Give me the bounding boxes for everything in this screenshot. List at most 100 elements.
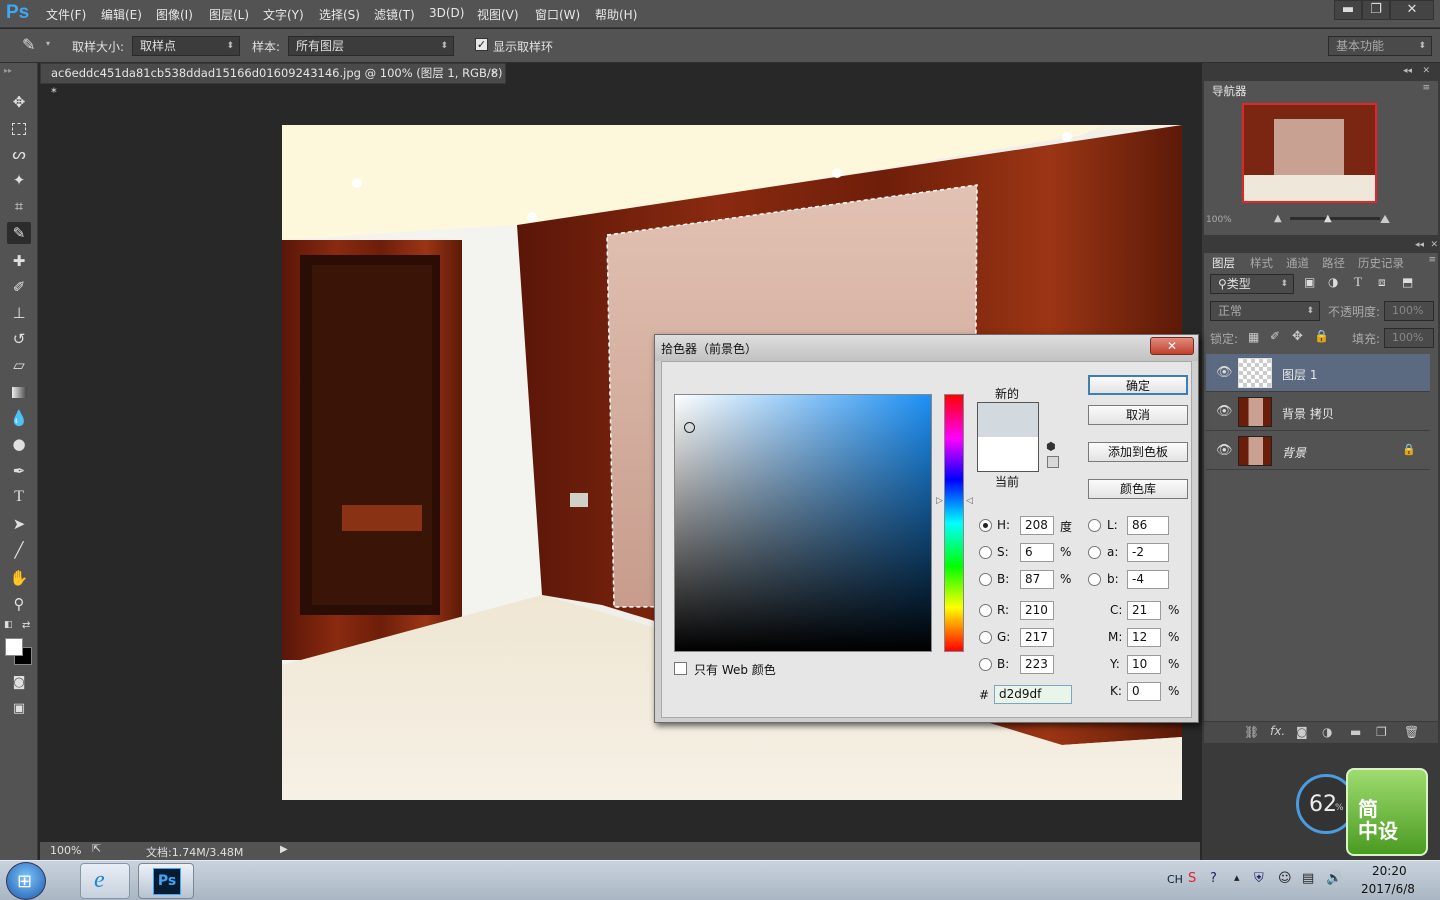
swap-colors-icon[interactable]: ⇄	[22, 620, 30, 631]
minimize-button[interactable]: ▬	[1334, 0, 1362, 20]
restore-button[interactable]: ❐	[1362, 0, 1390, 20]
menu-3d[interactable]: 3D(D)	[429, 6, 464, 20]
brightness-radio[interactable]	[979, 573, 992, 586]
lock-transparent-icon[interactable]: ▦	[1248, 330, 1259, 344]
collapse-icon[interactable]: ◂◂	[1403, 66, 1412, 76]
layer-name[interactable]: 图层 1	[1282, 366, 1317, 383]
saturation-input[interactable]: 6	[1020, 543, 1054, 562]
menu-view[interactable]: 视图(V)	[477, 6, 519, 23]
screen-mode-icon[interactable]: ▣	[7, 698, 31, 720]
export-icon[interactable]: ⇱	[92, 842, 101, 855]
network-icon[interactable]: ▤	[1302, 871, 1314, 886]
healing-brush-tool-icon[interactable]: ✚	[7, 250, 31, 272]
link-layers-icon[interactable]: ⛓	[1244, 725, 1259, 739]
dialog-close-button[interactable]: ✕	[1150, 337, 1194, 355]
shield-icon[interactable]: ⛨	[1254, 871, 1264, 886]
gradient-tool-icon[interactable]	[7, 381, 31, 403]
ime-icon[interactable]: S	[1188, 871, 1196, 886]
color-libraries-button[interactable]: 颜色库	[1088, 479, 1188, 499]
move-tool-icon[interactable]: ✥	[7, 91, 31, 113]
blue-radio[interactable]	[979, 658, 992, 671]
web-safe-swatch-icon[interactable]	[1047, 456, 1059, 468]
document-tab[interactable]: ac6eddc451da81cb538ddad15166d01609243146…	[40, 63, 506, 99]
line-tool-icon[interactable]: ╱	[7, 539, 31, 561]
new-layer-icon[interactable]: ❐	[1376, 725, 1387, 739]
lab-a-input[interactable]: -2	[1127, 543, 1169, 562]
opacity-input[interactable]: 100%	[1384, 301, 1434, 321]
panel-menu-icon[interactable]: ≡	[1428, 255, 1436, 265]
foreground-color-swatch[interactable]	[5, 638, 23, 656]
type-tool-icon[interactable]: T	[7, 486, 31, 508]
navigator-preview[interactable]	[1242, 103, 1377, 203]
filter-type-icon[interactable]: T	[1354, 274, 1362, 290]
close-panel-icon[interactable]: ✕	[1422, 66, 1430, 76]
zoom-tool-icon[interactable]: ⚲	[7, 593, 31, 615]
default-colors-icon[interactable]: ◧	[4, 620, 13, 630]
volume-icon[interactable]: 🔊	[1326, 871, 1342, 886]
new-group-icon[interactable]: ▬	[1350, 725, 1361, 739]
current-color-swatch[interactable]	[978, 437, 1038, 471]
menu-window[interactable]: 窗口(W)	[535, 6, 580, 23]
hue-slider-right-handle[interactable]: ◁	[966, 496, 973, 506]
start-button[interactable]: ⊞	[6, 862, 46, 900]
lock-brush-icon[interactable]: ✐	[1270, 329, 1280, 343]
color-field-cursor[interactable]	[684, 422, 695, 433]
tab-navigator[interactable]: 导航器	[1212, 83, 1247, 99]
ok-button[interactable]: 确定	[1088, 375, 1188, 395]
zoom-in-icon[interactable]: ⛰	[1380, 212, 1390, 227]
path-selection-tool-icon[interactable]: ➤	[7, 513, 31, 535]
fx-icon[interactable]: fx.	[1270, 724, 1285, 738]
quick-mask-icon[interactable]: ◙	[7, 672, 31, 694]
tray-expand-icon[interactable]: ▴	[1234, 871, 1240, 884]
red-input[interactable]: 210	[1020, 601, 1054, 620]
status-menu-arrow-icon[interactable]: ▶	[280, 844, 288, 855]
collapse-icon[interactable]: ▸▸	[4, 66, 12, 75]
layer-row[interactable]: 👁 背景 🔒	[1206, 432, 1430, 470]
qq-icon[interactable]: ☺	[1278, 871, 1292, 886]
fill-input[interactable]: 100%	[1384, 328, 1434, 348]
tab-paths[interactable]: 路径	[1322, 255, 1345, 271]
magenta-input[interactable]: 12	[1127, 628, 1161, 647]
clock-date[interactable]: 2017/6/8	[1361, 882, 1415, 896]
cancel-button[interactable]: 取消	[1088, 405, 1188, 425]
filter-shape-icon[interactable]: ⧈	[1378, 275, 1386, 290]
crop-tool-icon[interactable]: ⌗	[7, 195, 31, 217]
hue-slider[interactable]	[944, 394, 964, 652]
zoom-level[interactable]: 100%	[50, 844, 81, 857]
hue-radio[interactable]	[979, 519, 992, 532]
menu-file[interactable]: 文件(F)	[46, 6, 86, 23]
filter-pixel-icon[interactable]: ▣	[1304, 275, 1315, 289]
tab-layers[interactable]: 图层	[1212, 255, 1235, 271]
tab-styles[interactable]: 样式	[1250, 255, 1273, 271]
layer-name[interactable]: 背景 拷贝	[1282, 405, 1334, 422]
help-icon[interactable]: ?	[1210, 871, 1217, 886]
eyedropper-icon[interactable]: ✎	[22, 35, 35, 54]
stamp-tool-icon[interactable]: ⊥	[7, 302, 31, 324]
taskbar-ie-button[interactable]: e	[80, 863, 130, 899]
cyan-input[interactable]: 21	[1127, 601, 1161, 620]
taskbar-photoshop-button[interactable]: Ps	[138, 863, 194, 899]
lab-l-radio[interactable]	[1088, 519, 1101, 532]
zoom-slider[interactable]	[1290, 217, 1380, 220]
marquee-tool-icon[interactable]	[7, 117, 31, 139]
brush-tool-icon[interactable]: ✐	[7, 276, 31, 298]
add-to-swatches-button[interactable]: 添加到色板	[1088, 442, 1188, 462]
panel-menu-icon[interactable]: ≡	[1422, 83, 1430, 93]
layer-row[interactable]: 👁 背景 拷贝	[1206, 393, 1430, 431]
dodge-tool-icon[interactable]: ●	[7, 433, 31, 455]
hand-tool-icon[interactable]: ✋	[7, 567, 31, 589]
hex-input[interactable]: d2d9df	[994, 685, 1072, 704]
yellow-input[interactable]: 10	[1127, 655, 1161, 674]
zoom-slider-handle[interactable]: ▲	[1324, 213, 1332, 224]
history-brush-tool-icon[interactable]: ↺	[7, 328, 31, 350]
sample-select[interactable]: 所有图层 ⬍	[288, 36, 454, 56]
lab-b-input[interactable]: -4	[1127, 570, 1169, 589]
layer-row[interactable]: 👁 图层 1	[1206, 354, 1430, 392]
pen-tool-icon[interactable]: ✒	[7, 460, 31, 482]
delete-layer-icon[interactable]: 🗑	[1404, 725, 1419, 739]
filter-smart-object-icon[interactable]: ⬒	[1402, 275, 1413, 289]
magic-wand-tool-icon[interactable]: ✦	[7, 169, 31, 191]
web-only-checkbox[interactable]	[674, 662, 687, 675]
input-language[interactable]: CH	[1167, 873, 1183, 886]
layer-name[interactable]: 背景	[1282, 444, 1306, 461]
